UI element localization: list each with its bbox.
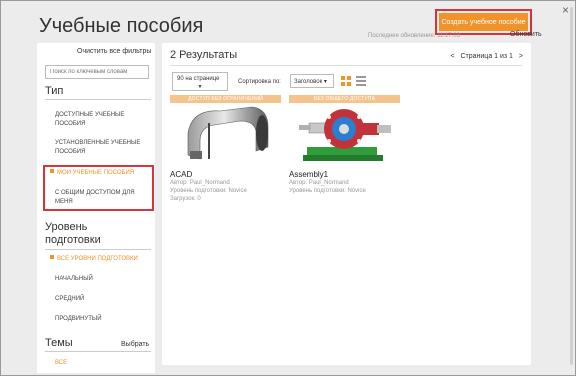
- tutorial-thumbnail[interactable]: [289, 103, 400, 165]
- last-update-text: Последнее обновление: 11:17:03: [368, 33, 461, 39]
- tutorial-level: Уровень подготовки: Novice: [289, 188, 366, 194]
- tutorial-name[interactable]: Assembly1: [289, 170, 400, 179]
- per-page-select[interactable]: 90 на странице ▼: [172, 72, 228, 91]
- selected-dot-icon: [50, 255, 54, 259]
- app-window: × Учебные пособия Создать учебное пособи…: [0, 0, 576, 376]
- sort-label: Сортировка по:: [238, 79, 281, 85]
- list-view-icon[interactable]: [356, 76, 366, 86]
- per-page-value: 90 на странице: [177, 76, 220, 82]
- tutorial-thumbnail[interactable]: [170, 103, 281, 165]
- filter-advanced[interactable]: ПРОДВИНУТЫЙ: [55, 315, 147, 324]
- tutorial-author: Автор: Paul_Normand: [170, 180, 230, 186]
- filter-installed[interactable]: УСТАНОВЛЕННЫЕ УЧЕБНЫЕ ПОСОБИЯ: [55, 139, 147, 157]
- tutorial-level: Уровень подготовки: Novice: [170, 188, 247, 194]
- access-banner: ДОСТУП БЕЗ ОГРАНИЧЕНИЙ: [170, 95, 281, 103]
- filter-beginner[interactable]: НАЧАЛЬНЫЙ: [55, 275, 147, 284]
- filter-all-topics[interactable]: ВСЕ: [55, 359, 147, 368]
- topics-section-title: Темы: [45, 337, 73, 349]
- clear-filters-link[interactable]: Очистить все фильтры: [77, 48, 151, 55]
- page-title: Учебные пособия: [39, 15, 204, 37]
- tutorial-name[interactable]: ACAD: [170, 170, 281, 179]
- highlight-box: [43, 165, 154, 211]
- divider: [170, 65, 522, 66]
- create-tutorial-button[interactable]: Создать учебное пособие: [439, 13, 528, 31]
- access-banner: БЕЗ ОБЩЕГО ДОСТУПА: [289, 95, 400, 103]
- pager-next-button[interactable]: >: [519, 53, 523, 60]
- filter-all-levels[interactable]: ВСЕ УРОВНИ ПОДГОТОВКИ: [50, 255, 142, 264]
- tutorial-card[interactable]: БЕЗ ОБЩЕГО ДОСТУПА Assembly1 Автор: Paul…: [289, 95, 400, 195]
- chevron-down-icon: ▼: [197, 84, 203, 90]
- results-panel: 2 Результаты < Страница 1 из 1 > 90 на с…: [162, 43, 531, 365]
- topics-choose-link[interactable]: Выбрать: [121, 341, 149, 348]
- sort-select[interactable]: Заголовок ▾: [290, 74, 334, 88]
- results-count: 2 Результаты: [170, 49, 238, 61]
- pager-label: Страница 1 из 1: [460, 53, 513, 60]
- divider: [45, 99, 151, 100]
- scrollbar[interactable]: [570, 7, 573, 365]
- refresh-link[interactable]: Обновить: [510, 31, 542, 38]
- level-section-title: Уровень подготовки: [45, 221, 101, 246]
- divider: [45, 351, 151, 352]
- pager: < Страница 1 из 1 >: [448, 53, 525, 60]
- search-input[interactable]: [45, 65, 149, 79]
- filter-intermediate[interactable]: СРЕДНИЙ: [55, 295, 147, 304]
- filter-all-levels-label: ВСЕ УРОВНИ ПОДГОТОВКИ: [57, 256, 138, 262]
- grid-view-icon[interactable]: [341, 76, 351, 86]
- type-section-title: Тип: [45, 85, 64, 97]
- filters-sidebar: Очистить все фильтры Тип ДОСТУПНЫЕ УЧЕБН…: [37, 43, 155, 373]
- close-icon[interactable]: ×: [562, 3, 569, 17]
- divider: [45, 249, 151, 250]
- filter-available[interactable]: ДОСТУПНЫЕ УЧЕБНЫЕ ПОСОБИЯ: [55, 111, 147, 129]
- tutorial-card[interactable]: ДОСТУП БЕЗ ОГРАНИЧЕНИЙ ACAD Автор: Paul_…: [170, 95, 281, 203]
- tutorial-author: Автор: Paul_Normand: [289, 180, 349, 186]
- tutorial-downloads: Загрузок: 0: [170, 196, 201, 202]
- pager-prev-button[interactable]: <: [450, 53, 454, 60]
